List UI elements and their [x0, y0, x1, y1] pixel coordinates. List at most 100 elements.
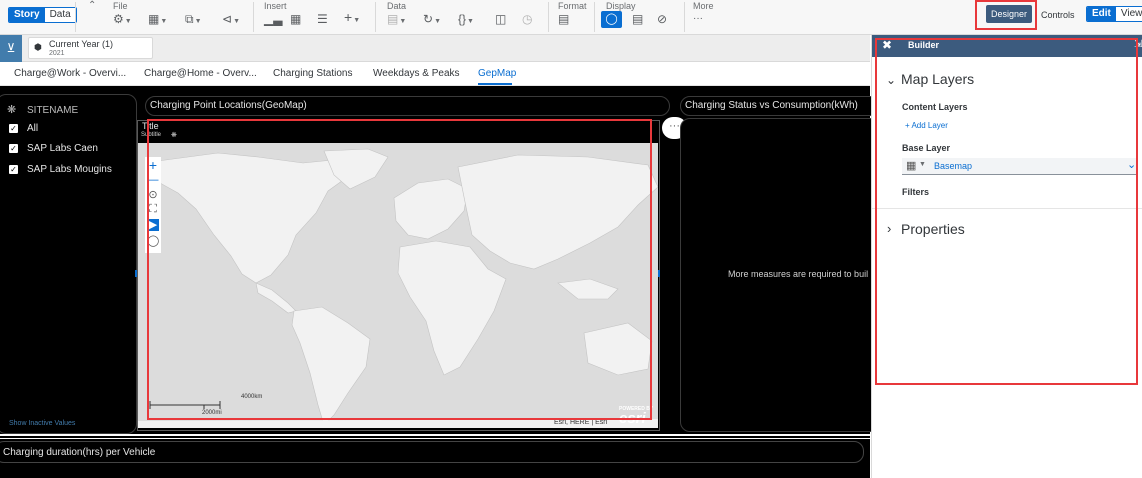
formula-icon[interactable]: {}▼	[458, 13, 474, 28]
history-icon[interactable]: ◷	[522, 13, 532, 25]
geomap-header-panel: Charging Point Locations(GeoMap)	[145, 96, 670, 116]
filter-bar: ⊻ ⬢ Current Year (1) 2021	[0, 35, 870, 62]
refresh-icon[interactable]: ↻▼	[423, 13, 441, 28]
linked-analysis-icon[interactable]: ◫	[495, 13, 506, 25]
basemap-value: Basemap	[934, 161, 973, 171]
properties-chevron-icon[interactable]: ›	[887, 221, 891, 236]
geomap-header: Charging Point Locations(GeoMap)	[150, 100, 307, 111]
fullscreen-icon[interactable]: ⛶	[147, 203, 159, 215]
edit-view-switch: Edit View	[1086, 6, 1142, 22]
tab-weekdays-peaks[interactable]: Weekdays & Peaks	[373, 68, 460, 79]
add-filter-icon[interactable]: ⊻	[0, 35, 22, 62]
duration-chart-header-panel: Charging duration(hrs) per Vehicle	[0, 441, 864, 463]
save-icon[interactable]: ▦▼	[148, 13, 167, 28]
map-tools: + — ⊙ ⛶ ▶ ◯	[145, 157, 161, 253]
tab-charge-home[interactable]: Charge@Home - Overv...	[144, 68, 257, 79]
basemap-dropdown-icon[interactable]: ⌄	[1127, 158, 1136, 171]
base-layer-label: Base Layer	[902, 143, 951, 153]
data-toggle[interactable]: Data	[44, 8, 76, 22]
status-chart-panel[interactable]: More measures are required to buil	[680, 118, 880, 432]
more-icon[interactable]: ···	[693, 13, 703, 25]
view-toggle[interactable]: View	[1115, 7, 1142, 21]
pointer-tool-icon[interactable]: ▶	[147, 219, 159, 231]
edit-data-icon[interactable]: ▤▼	[387, 13, 406, 28]
resize-handle-left[interactable]	[135, 270, 137, 277]
chart-icon[interactable]: ▁▃	[264, 13, 282, 25]
duration-chart-header: Charging duration(hrs) per Vehicle	[3, 447, 156, 458]
toolbar-divider	[684, 2, 685, 32]
insert-group-label: Insert	[264, 1, 287, 11]
resize-handle-right[interactable]	[658, 270, 660, 277]
tools-icon[interactable]: ⚙▼	[113, 13, 132, 28]
builder-pin-icon[interactable]: ⇲	[1134, 39, 1142, 50]
zoom-in-icon[interactable]: +	[147, 158, 159, 172]
checkbox-all[interactable]: ✓	[9, 124, 18, 133]
story-toggle[interactable]: Story	[9, 8, 45, 22]
share-icon[interactable]: ⊲▼	[222, 13, 240, 28]
map-settings-icon[interactable]: ❋	[171, 131, 177, 139]
option-caen-label[interactable]: SAP Labs Caen	[27, 143, 98, 154]
filter-cube-icon: ⬢	[34, 42, 42, 52]
sitename-header: SITENAME	[27, 105, 79, 116]
comment-mode-icon[interactable]: ◯	[601, 11, 622, 28]
designer-button[interactable]: Designer	[986, 5, 1032, 23]
zoom-out-icon[interactable]: —	[147, 174, 159, 186]
tab-charging-stations[interactable]: Charging Stations	[273, 68, 353, 79]
basemap-icon: ▦	[906, 160, 917, 172]
status-chart-message: More measures are required to buil	[728, 269, 869, 279]
file-group-label: File	[113, 1, 128, 11]
tab-gepmap[interactable]: GepMap	[478, 68, 516, 79]
grid-icon[interactable]: ▤	[632, 13, 643, 25]
builder-header: ✖ Builder ⇲	[872, 35, 1142, 57]
story-data-switch: Story Data	[8, 7, 77, 23]
option-mougins-label[interactable]: SAP Labs Mougins	[27, 164, 112, 175]
status-chart-header: Charging Status vs Consumption(kWh)	[685, 100, 858, 111]
status-chart-header-panel: Charging Status vs Consumption(kWh)	[680, 96, 880, 116]
map-attribution: Esri, HERE | Esri	[554, 419, 608, 426]
canvas-divider-2	[0, 438, 870, 439]
basemap-caret-icon: ▼	[919, 161, 926, 168]
format-icon[interactable]: ▤	[558, 13, 569, 25]
story-filter-token[interactable]: ⬢ Current Year (1) 2021	[28, 37, 153, 59]
toolbar-divider	[375, 2, 376, 32]
active-tab-indicator	[478, 83, 512, 85]
scale-km-label: 4000km	[241, 394, 263, 400]
copy-icon[interactable]: ⧉▼	[185, 13, 202, 28]
map-subtitle: Subtitle	[141, 132, 162, 138]
main-toolbar: Story Data ⌃ File ⚙▼ ▦▼ ⧉▼ ⊲▼ Insert ▁▃ …	[0, 0, 1142, 35]
builder-tools-icon: ✖	[882, 38, 893, 52]
filters-label: Filters	[902, 187, 930, 197]
scale-mi-label: 2000mi	[202, 410, 222, 416]
builder-title: Builder	[908, 40, 940, 50]
toolbar-divider	[594, 2, 595, 32]
input-control-icon[interactable]: ☰	[317, 13, 328, 25]
checkbox-sap-labs-caen[interactable]: ✓	[9, 144, 18, 153]
page-tabs: Charge@Work - Overvi... Charge@Home - Ov…	[0, 62, 870, 86]
map-layers-heading[interactable]: Map Layers	[901, 71, 974, 87]
lasso-select-icon[interactable]: ◯	[147, 235, 159, 247]
map-svg	[138, 143, 658, 428]
reset-map-icon[interactable]: ⊙	[147, 189, 159, 201]
add-icon[interactable]: +▼	[344, 10, 360, 27]
basemap-select[interactable]: ▦ ▼ Basemap ⌄	[902, 158, 1138, 175]
edit-toggle[interactable]: Edit	[1087, 7, 1116, 21]
sitename-filter-panel: ❋ SITENAME ✓ All ✓ SAP Labs Caen ✓ SAP L…	[0, 94, 137, 434]
data-group-label: Data	[387, 1, 407, 11]
collapse-toolbar-icon[interactable]: ⌃	[88, 0, 96, 11]
tab-charge-work[interactable]: Charge@Work - Overvi...	[14, 68, 126, 79]
explore-icon[interactable]: ⊘	[657, 13, 667, 25]
controls-button[interactable]: Controls	[1041, 10, 1075, 20]
add-layer-link[interactable]: + Add Layer	[905, 121, 948, 130]
table-icon[interactable]: ▦	[290, 13, 301, 25]
map-layers-chevron-icon[interactable]: ⌄	[886, 73, 896, 87]
world-map[interactable]: 4000km 2000mi Esri, HERE | Esri POWERED …	[138, 143, 658, 428]
show-inactive-link[interactable]: Show Inactive Values	[9, 420, 75, 427]
esri-logo: esri	[619, 410, 646, 427]
builder-divider	[872, 208, 1142, 209]
option-all-label[interactable]: All	[27, 123, 38, 134]
toolbar-divider	[75, 2, 76, 32]
checkbox-sap-labs-mougins[interactable]: ✓	[9, 165, 18, 174]
more-group-label: More	[693, 1, 714, 11]
properties-heading[interactable]: Properties	[901, 221, 965, 237]
filter-token-value: 2021	[49, 50, 65, 57]
